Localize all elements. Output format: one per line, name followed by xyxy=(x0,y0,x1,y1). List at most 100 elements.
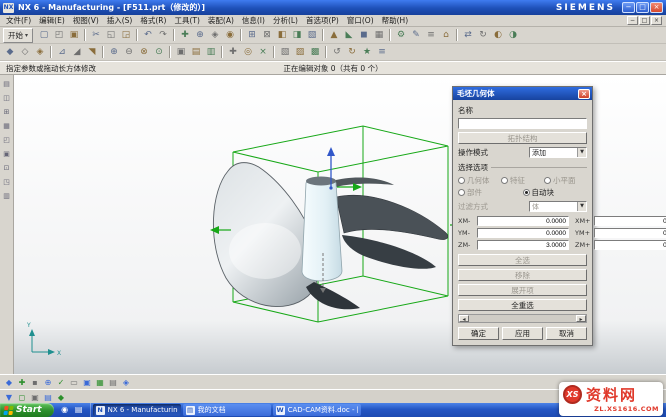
tool-icon[interactable]: ↺ xyxy=(330,45,344,59)
offset-input[interactable] xyxy=(594,216,666,226)
tool-icon[interactable]: ◰ xyxy=(1,134,12,145)
tool-icon[interactable]: ▼ xyxy=(3,391,15,403)
tool-icon[interactable]: ▦ xyxy=(1,120,12,131)
menu-item[interactable]: 分析(L) xyxy=(269,15,302,26)
tool-icon[interactable]: ◐ xyxy=(491,28,505,42)
tool-icon[interactable]: × xyxy=(256,45,270,59)
offset-input[interactable] xyxy=(594,240,666,250)
taskbar-task[interactable]: NNX 6 - Manufacturing... xyxy=(93,404,181,416)
tool-icon[interactable]: ◰ xyxy=(52,28,66,42)
tool-icon[interactable]: ◇ xyxy=(18,45,32,59)
tool-icon[interactable]: ◼ xyxy=(357,28,371,42)
tool-icon[interactable]: ⊕ xyxy=(107,45,121,59)
offset-input[interactable] xyxy=(477,240,569,250)
doc-minimize-button[interactable]: − xyxy=(627,16,638,25)
radio-option[interactable]: 几何体 xyxy=(458,175,501,186)
tool-icon[interactable]: ◎ xyxy=(241,45,255,59)
tool-icon[interactable]: ★ xyxy=(360,45,374,59)
tool-icon[interactable]: ▧ xyxy=(305,28,319,42)
tool-icon[interactable]: ◑ xyxy=(506,28,520,42)
tool-icon[interactable]: ⚙ xyxy=(394,28,408,42)
tool-icon[interactable]: ⊖ xyxy=(122,45,136,59)
radio-option[interactable]: 小平面 xyxy=(544,175,587,186)
tool-icon[interactable]: ≡ xyxy=(424,28,438,42)
tool-icon[interactable]: ▣ xyxy=(29,391,41,403)
tool-icon[interactable]: ▨ xyxy=(293,45,307,59)
radio-option[interactable]: 自动块 xyxy=(523,187,588,198)
scroll-right-icon[interactable]: ▸ xyxy=(576,315,586,322)
dialog-button[interactable]: 全选 xyxy=(458,254,587,266)
quick-launch-icon[interactable]: ▤ xyxy=(73,404,85,416)
dialog-button[interactable]: 全重选 xyxy=(458,299,587,311)
offset-input[interactable] xyxy=(477,228,569,238)
dialog-button[interactable]: 展开项 xyxy=(458,284,587,296)
topology-button[interactable]: 拓扑结构 xyxy=(458,132,587,144)
tool-icon[interactable]: ⊞ xyxy=(1,106,12,117)
offset-input[interactable] xyxy=(477,216,569,226)
tool-icon[interactable]: ◆ xyxy=(3,45,17,59)
tool-icon[interactable]: ◥ xyxy=(85,45,99,59)
tool-icon[interactable]: ✚ xyxy=(16,376,28,388)
tool-icon[interactable]: ▤ xyxy=(107,376,119,388)
graphics-viewport[interactable]: X Y 毛坯几何体 × 名称 拓扑结构 操作模式 添加 xyxy=(14,75,666,374)
menu-item[interactable]: 帮助(H) xyxy=(378,15,413,26)
name-input[interactable] xyxy=(458,118,587,129)
radio-option[interactable]: 特征 xyxy=(501,175,544,186)
tool-icon[interactable]: ◧ xyxy=(275,28,289,42)
tool-icon[interactable]: ▥ xyxy=(204,45,218,59)
tool-icon[interactable]: ▣ xyxy=(174,45,188,59)
tool-icon[interactable]: ⊿ xyxy=(55,45,69,59)
taskbar-task[interactable]: ▤我的文档 xyxy=(183,404,271,416)
tool-icon[interactable]: ⊠ xyxy=(260,28,274,42)
dialog-close-icon[interactable]: × xyxy=(578,89,590,99)
tool-icon[interactable]: ▦ xyxy=(94,376,106,388)
tool-icon[interactable]: ⊕ xyxy=(193,28,207,42)
filter-dropdown[interactable]: 体 ▼ xyxy=(529,201,587,212)
tool-icon[interactable]: ▣ xyxy=(1,148,12,159)
doc-restore-button[interactable]: □ xyxy=(639,16,650,25)
tool-icon[interactable]: ↶ xyxy=(141,28,155,42)
start-menu-button[interactable]: 开始 ▾ xyxy=(3,28,33,43)
menu-item[interactable]: 编辑(E) xyxy=(35,15,69,26)
tool-icon[interactable]: ◨ xyxy=(290,28,304,42)
tool-icon[interactable]: ◢ xyxy=(70,45,84,59)
tool-icon[interactable]: ▥ xyxy=(1,190,12,201)
tool-icon[interactable]: ✓ xyxy=(55,376,67,388)
tool-icon[interactable]: ≡ xyxy=(375,45,389,59)
tool-icon[interactable]: ◣ xyxy=(342,28,356,42)
tool-icon[interactable]: ◱ xyxy=(104,28,118,42)
tool-icon[interactable]: ✂ xyxy=(89,28,103,42)
tool-icon[interactable]: ⇄ xyxy=(461,28,475,42)
tool-icon[interactable]: ▢ xyxy=(37,28,51,42)
offset-input[interactable] xyxy=(594,228,666,238)
tool-icon[interactable]: ▩ xyxy=(308,45,322,59)
tool-icon[interactable]: ✚ xyxy=(178,28,192,42)
tool-icon[interactable]: ◻ xyxy=(16,391,28,403)
tool-icon[interactable]: ▣ xyxy=(81,376,93,388)
tool-icon[interactable]: ▭ xyxy=(68,376,80,388)
scroll-left-icon[interactable]: ◂ xyxy=(459,315,469,322)
menu-item[interactable]: 首选项(P) xyxy=(302,15,343,26)
dialog-footer-button[interactable]: 应用 xyxy=(502,327,543,340)
tool-icon[interactable]: ↻ xyxy=(476,28,490,42)
dialog-footer-button[interactable]: 取消 xyxy=(546,327,587,340)
minimize-button[interactable]: − xyxy=(622,2,635,13)
radio-option[interactable]: 部件 xyxy=(458,187,523,198)
restore-button[interactable]: □ xyxy=(636,2,649,13)
menu-item[interactable]: 装配(A) xyxy=(204,15,238,26)
tool-icon[interactable]: ↻ xyxy=(345,45,359,59)
tool-icon[interactable]: ⊞ xyxy=(245,28,259,42)
tool-icon[interactable]: ▤ xyxy=(189,45,203,59)
tool-icon[interactable]: ✚ xyxy=(226,45,240,59)
dialog-button[interactable]: 移除 xyxy=(458,269,587,281)
tool-icon[interactable]: ◆ xyxy=(55,391,67,403)
menu-item[interactable]: 窗口(O) xyxy=(343,15,378,26)
menu-item[interactable]: 文件(F) xyxy=(2,15,35,26)
menu-item[interactable]: 信息(I) xyxy=(238,15,269,26)
menu-item[interactable]: 插入(S) xyxy=(103,15,137,26)
tool-icon[interactable]: ◉ xyxy=(223,28,237,42)
tool-icon[interactable]: ◈ xyxy=(33,45,47,59)
dialog-footer-button[interactable]: 确定 xyxy=(458,327,499,340)
tool-icon[interactable]: ✎ xyxy=(409,28,423,42)
tool-icon[interactable]: ⊕ xyxy=(42,376,54,388)
